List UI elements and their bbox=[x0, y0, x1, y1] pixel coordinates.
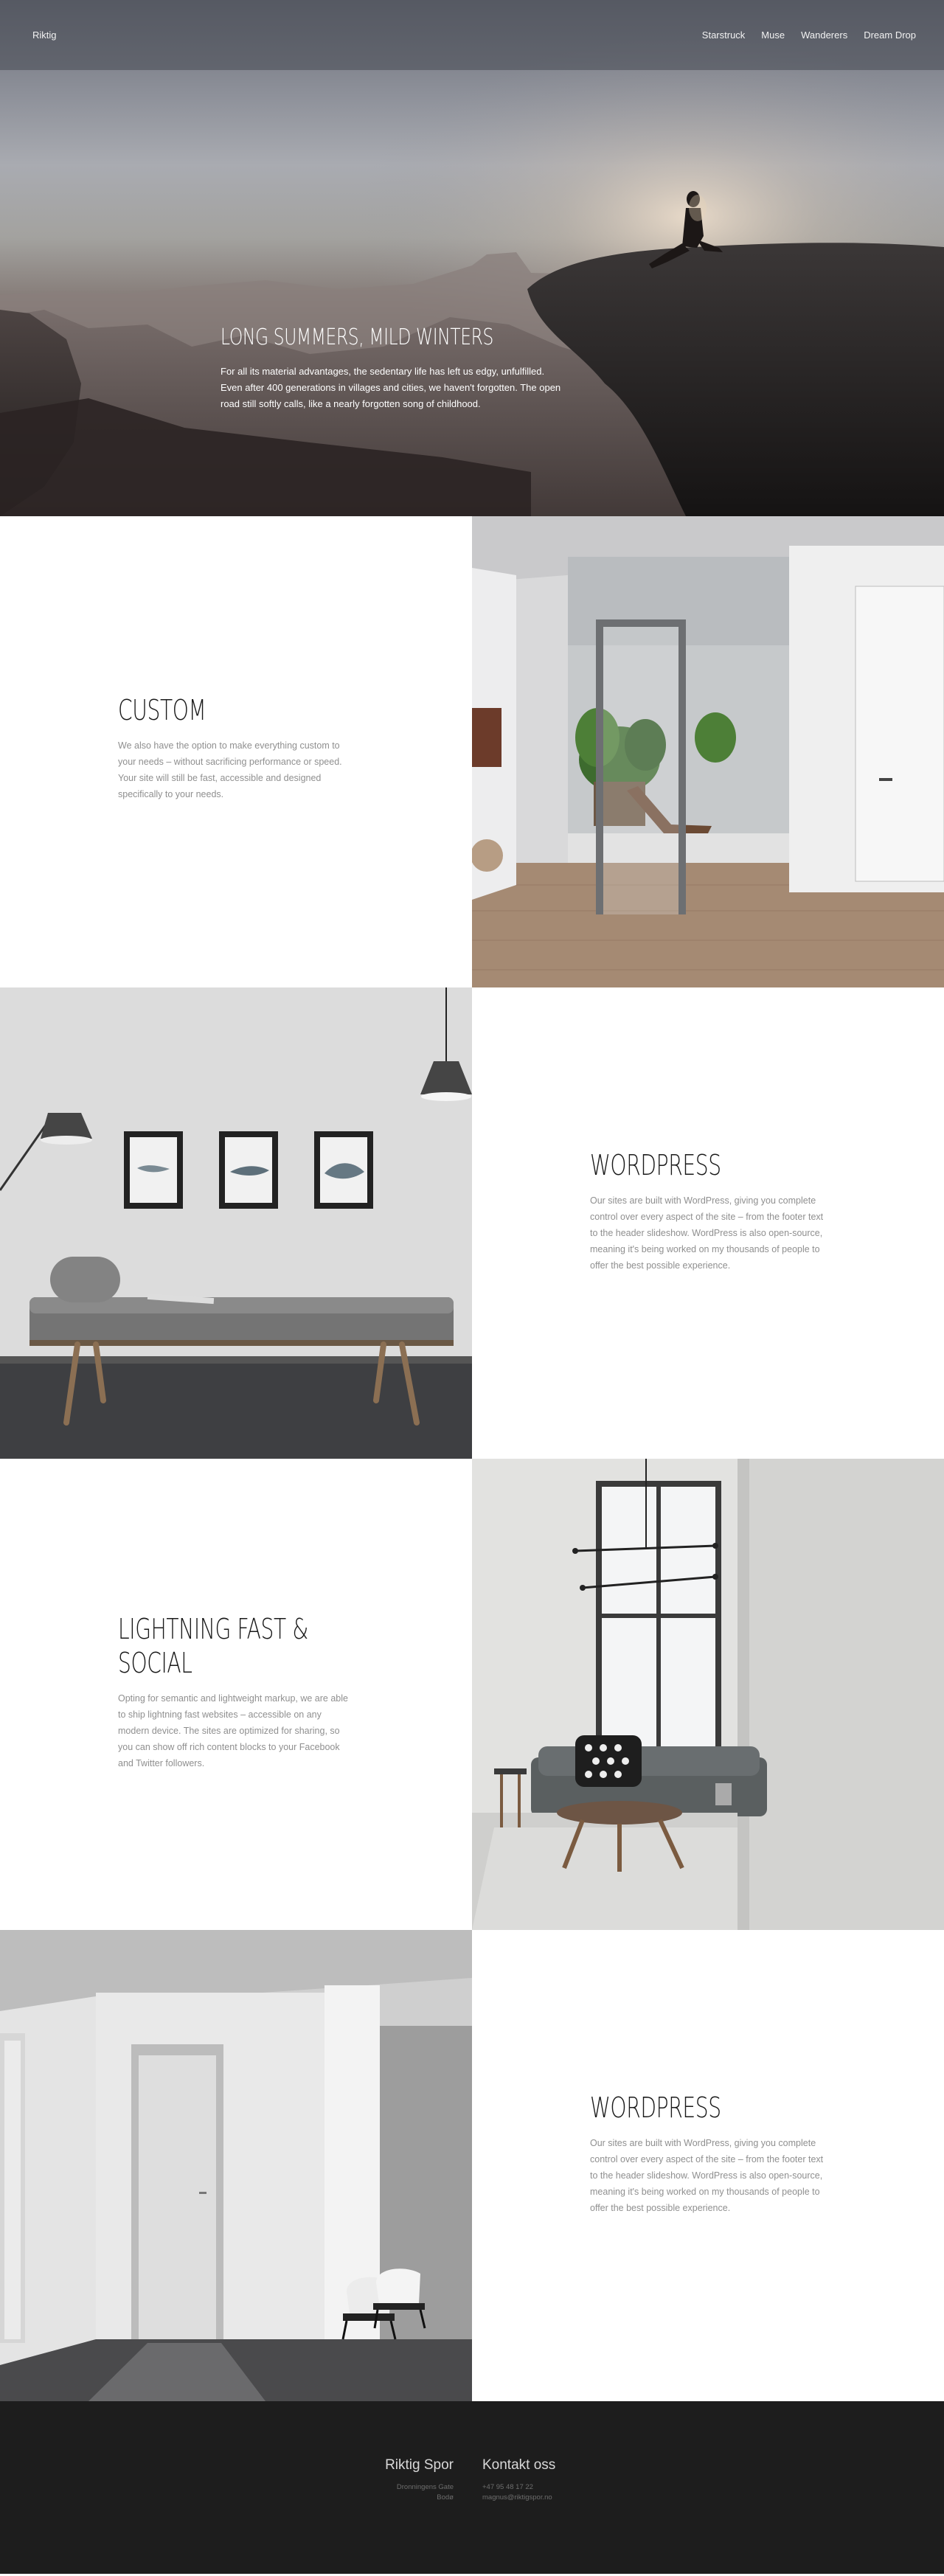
nav-link-wanderers[interactable]: Wanderers bbox=[801, 29, 847, 41]
footer-contact-heading: Kontakt oss bbox=[482, 2457, 556, 2473]
footer-phone-link[interactable]: +47 95 48 17 22 bbox=[482, 2482, 555, 2493]
living-room-photo bbox=[472, 1459, 944, 1930]
feature-body: Our sites are built with WordPress, givi… bbox=[590, 1195, 824, 1271]
feature-text-block: WORDPRESS Our sites are built with WordP… bbox=[590, 2091, 826, 2216]
footer-contact-column: Kontakt oss +47 95 48 17 22 magnus@rikti… bbox=[482, 2457, 555, 2503]
feature-body: Opting for semantic and lightweight mark… bbox=[118, 1693, 348, 1768]
bench-gallery-image bbox=[0, 987, 472, 1459]
feature-title: WORDPRESS bbox=[590, 1149, 721, 1181]
hero-title: LONG SUMMERS, MILD WINTERS bbox=[221, 324, 494, 350]
footer-email-link[interactable]: magnus@riktigspor.no bbox=[482, 2493, 555, 2503]
feature-text-cell: WORDPRESS Our sites are built with WordP… bbox=[472, 987, 944, 1459]
footer-company-heading: Riktig Spor bbox=[385, 2457, 454, 2473]
nav-link-starstruck[interactable]: Starstruck bbox=[702, 29, 746, 41]
bench-gallery-photo bbox=[0, 987, 472, 1459]
feature-text-cell: LIGHTNING FAST & SOCIAL Opting for seman… bbox=[0, 1459, 472, 1930]
hallway-chairs-photo bbox=[0, 1930, 472, 2401]
feature-row-wordpress: WORDPRESS Our sites are built with WordP… bbox=[0, 987, 944, 1459]
feature-title: WORDPRESS bbox=[590, 2091, 721, 2124]
living-room-image bbox=[472, 1459, 944, 1930]
feature-title: LIGHTNING FAST & SOCIAL bbox=[118, 1613, 308, 1679]
hero-text-block: LONG SUMMERS, MILD WINTERS For all its m… bbox=[221, 324, 567, 412]
brand-logo-link[interactable]: Riktig bbox=[32, 29, 57, 41]
feature-title: CUSTOM bbox=[118, 694, 206, 726]
hallway-chairs-image bbox=[0, 1930, 472, 2401]
nav-link-muse[interactable]: Muse bbox=[761, 29, 785, 41]
site-footer: Riktig Spor Dronningens Gate Bodø Kontak… bbox=[0, 2401, 944, 2574]
feature-text-block: CUSTOM We also have the option to make e… bbox=[118, 693, 354, 802]
interior-doorway-photo bbox=[472, 516, 944, 987]
feature-body: Our sites are built with WordPress, givi… bbox=[590, 2138, 824, 2213]
hero-body: For all its material advantages, the sed… bbox=[221, 366, 561, 409]
feature-row-lightning-fast: LIGHTNING FAST & SOCIAL Opting for seman… bbox=[0, 1459, 944, 1930]
feature-row-custom: CUSTOM We also have the option to make e… bbox=[0, 516, 944, 987]
main-nav: Starstruck Muse Wanderers Dream Drop bbox=[702, 29, 916, 41]
site-header: Riktig Starstruck Muse Wanderers Dream D… bbox=[0, 0, 944, 70]
feature-row-wordpress-2: WORDPRESS Our sites are built with WordP… bbox=[0, 1930, 944, 2401]
feature-text-cell: WORDPRESS Our sites are built with WordP… bbox=[472, 1930, 944, 2401]
feature-text-block: LIGHTNING FAST & SOCIAL Opting for seman… bbox=[118, 1612, 354, 1771]
nav-link-dream-drop[interactable]: Dream Drop bbox=[864, 29, 916, 41]
hero-background-image bbox=[0, 0, 944, 516]
feature-body: We also have the option to make everythi… bbox=[118, 740, 342, 799]
hero-section: Riktig Starstruck Muse Wanderers Dream D… bbox=[0, 0, 944, 516]
footer-company-column: Riktig Spor Dronningens Gate Bodø bbox=[385, 2457, 454, 2503]
footer-address-city: Bodø bbox=[437, 2493, 454, 2502]
feature-text-cell: CUSTOM We also have the option to make e… bbox=[0, 516, 472, 987]
footer-address-street: Dronningens Gate bbox=[396, 2483, 454, 2491]
feature-text-block: WORDPRESS Our sites are built with WordP… bbox=[590, 1148, 826, 1274]
interior-doorway-image bbox=[472, 516, 944, 987]
